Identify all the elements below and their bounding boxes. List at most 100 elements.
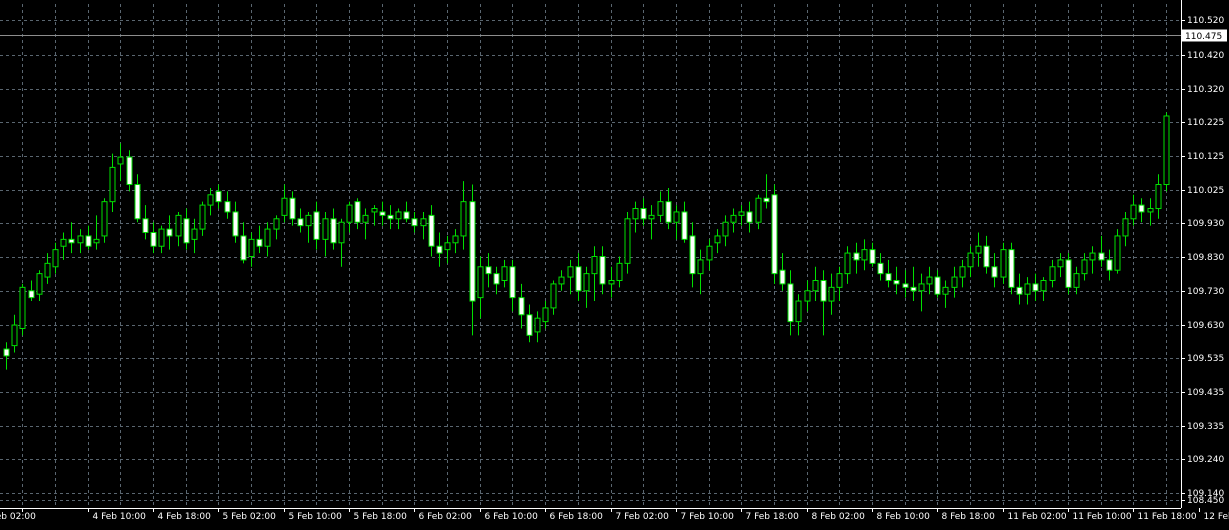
candle-body-bull	[478, 267, 483, 298]
candle-body-bear	[233, 212, 238, 236]
candle-body-bear	[355, 202, 360, 223]
candle-body-bull	[1090, 253, 1095, 260]
candle-body-bear	[903, 284, 908, 287]
candle-body-bull	[960, 267, 965, 277]
candle-body-bear	[935, 277, 940, 294]
candle-body-bear	[984, 246, 989, 267]
candle-body-bear	[257, 239, 262, 246]
candle-body-bull	[339, 222, 344, 243]
candle-body-bull	[1156, 185, 1161, 209]
candle-body-bear	[127, 157, 132, 184]
x-tick-label: 8 Feb 10:00	[877, 512, 931, 522]
x-tick-label: 12 Feb 02:00	[1204, 512, 1229, 522]
candle-body-bull	[306, 215, 311, 225]
candle-body-bull	[445, 243, 450, 250]
x-tick-label: 4 Feb 10:00	[93, 512, 147, 522]
candle-body-bear	[404, 212, 409, 219]
candle-body-bear	[772, 195, 777, 274]
candle-body-bull	[176, 215, 181, 236]
candle-body-bull	[453, 236, 458, 243]
y-tick-label: 110.420	[1187, 51, 1224, 61]
candle-body-bull	[715, 236, 720, 243]
candle-body-bull	[1058, 260, 1063, 267]
x-tick-label: 5 Feb 02:00	[223, 512, 277, 522]
candle-body-bear	[878, 263, 883, 273]
candle-body-bull	[649, 215, 654, 218]
candle-body-bull	[559, 277, 564, 284]
y-tick-label: 109.240	[1187, 455, 1224, 465]
candle-body-bull	[1115, 236, 1120, 270]
candle-body-bear	[780, 270, 785, 284]
candle-body-bull	[502, 267, 507, 281]
candle-body-bull	[829, 287, 834, 301]
current-price-label: 110.475	[1185, 32, 1222, 42]
candle-body-bull	[976, 246, 981, 253]
candle-body-bear	[854, 253, 859, 260]
candlestick-chart-svg[interactable]: 110.520110.420110.320110.225110.125110.0…	[0, 0, 1229, 526]
candle-body-bear	[788, 284, 793, 322]
candle-body-bull	[609, 280, 614, 283]
price-chart[interactable]: 110.520110.420110.320110.225110.125110.0…	[0, 0, 1229, 526]
candle-body-bull	[1164, 116, 1169, 185]
candle-body-bear	[167, 229, 172, 236]
y-tick-label: 109.435	[1187, 388, 1224, 398]
candle-body-bull	[943, 287, 948, 294]
candle-body-bull	[927, 277, 932, 284]
candle-body-bear	[821, 280, 826, 301]
candle-body-bear	[290, 198, 295, 219]
candle-body-bull	[102, 202, 107, 236]
x-tick-label: 7 Feb 18:00	[746, 512, 800, 522]
candle-body-bull	[323, 219, 328, 240]
candle-body-bull	[1148, 209, 1153, 212]
candle-body-bear	[486, 267, 491, 274]
candle-body-bull	[200, 205, 205, 229]
candle-body-bull	[584, 274, 589, 291]
candle-body-bull	[617, 263, 622, 280]
y-tick-label: 109.535	[1187, 354, 1224, 364]
candle-body-bull	[1001, 250, 1006, 277]
x-tick-label: 8 Feb 02:00	[812, 512, 866, 522]
candle-body-bull	[1082, 260, 1087, 274]
candle-body-bull	[159, 229, 164, 246]
candle-body-bull	[78, 236, 83, 243]
candle-body-bull	[756, 198, 761, 222]
candle-body-bear	[86, 236, 91, 246]
candle-body-bull	[707, 246, 712, 260]
y-tick-label: 110.125	[1187, 152, 1224, 162]
x-tick-label: 5 Feb 18:00	[354, 512, 408, 522]
candle-body-bear	[666, 202, 671, 223]
y-tick-label: 109.630	[1187, 321, 1224, 331]
candle-body-bull	[535, 318, 540, 332]
candle-body-bear	[494, 274, 499, 284]
candle-body-bull	[837, 274, 842, 288]
candle-body-bear	[600, 257, 605, 284]
y-tick-label: 110.520	[1187, 16, 1224, 26]
candle-body-bull	[633, 209, 638, 219]
candle-body-bull	[698, 260, 703, 274]
candle-body-bear	[429, 215, 434, 246]
y-tick-label: 110.025	[1187, 186, 1224, 196]
candle-body-bull	[274, 219, 279, 229]
candle-body-bull	[592, 257, 597, 274]
x-tick-label: 7 Feb 10:00	[681, 512, 735, 522]
y-tick-label: 109.730	[1187, 287, 1224, 297]
candle-body-bear	[143, 219, 148, 233]
y-tick-label: 109.930	[1187, 219, 1224, 229]
candle-body-bear	[331, 219, 336, 243]
y-tick-label: 110.320	[1187, 85, 1224, 95]
candle-body-bull	[568, 267, 573, 277]
candle-body-bull	[372, 209, 377, 212]
candle-body-bear	[576, 267, 581, 291]
candle-body-bear	[519, 298, 524, 315]
candle-body-bear	[1009, 250, 1014, 288]
candle-body-bull	[396, 212, 401, 219]
candle-body-bull	[1131, 205, 1136, 219]
candle-body-bear	[510, 267, 515, 298]
candle-body-bull	[723, 222, 728, 236]
candle-body-bull	[37, 274, 42, 295]
y-tick-label: 109.335	[1187, 422, 1224, 432]
y-tick-label: 108.450	[1187, 496, 1224, 506]
candle-body-bear	[437, 246, 442, 253]
candle-body-bear	[527, 315, 532, 336]
candle-body-bear	[870, 250, 875, 264]
